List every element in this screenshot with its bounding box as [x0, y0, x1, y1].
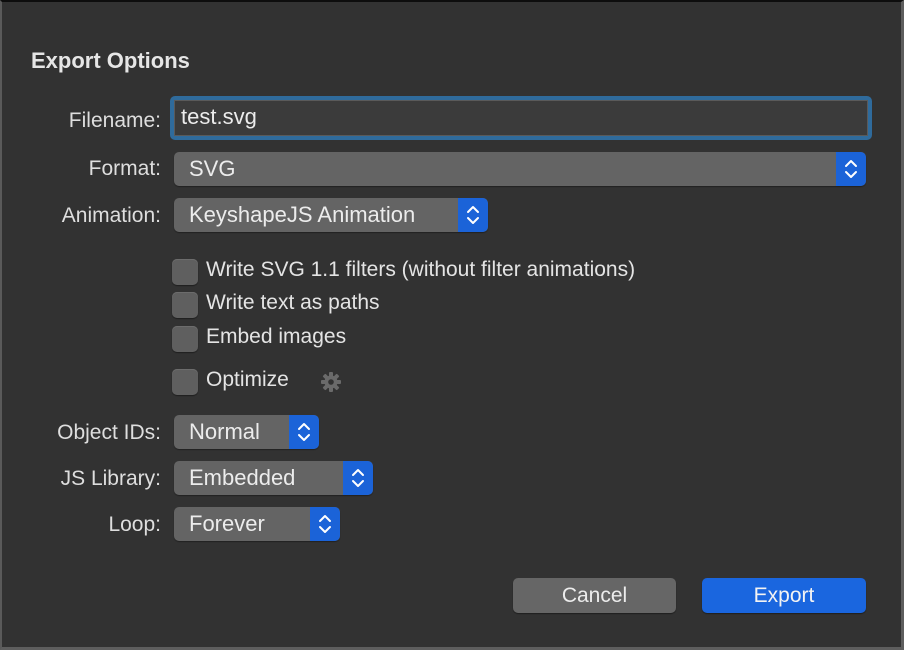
filename-field-wrapper [170, 96, 872, 140]
up-down-chevron-icon [289, 415, 319, 449]
animation-select-value: KeyshapeJS Animation [189, 202, 416, 227]
object-ids-select-value: Normal [189, 419, 260, 444]
optimize-checkbox[interactable] [172, 369, 198, 395]
format-label: Format: [88, 157, 161, 180]
dialog-title: Export Options [31, 48, 190, 73]
embed-images-label[interactable]: Embed images [206, 325, 346, 349]
up-down-chevron-icon [343, 461, 373, 495]
text-as-paths-checkbox[interactable] [172, 292, 198, 318]
js-library-select[interactable]: Embedded [174, 461, 373, 495]
object-ids-label: Object IDs: [57, 421, 161, 444]
text-as-paths-label[interactable]: Write text as paths [206, 291, 380, 315]
loop-select[interactable]: Forever [174, 507, 340, 541]
svg11-filters-label[interactable]: Write SVG 1.1 filters (without filter an… [206, 258, 635, 282]
embed-images-checkbox[interactable] [172, 326, 198, 352]
optimize-label[interactable]: Optimize [206, 368, 289, 392]
gear-icon[interactable] [320, 371, 342, 398]
svg11-filters-checkbox[interactable] [172, 259, 198, 285]
format-select[interactable]: SVG [174, 152, 866, 186]
js-library-select-value: Embedded [189, 465, 296, 490]
up-down-chevron-icon [310, 507, 340, 541]
filename-label: Filename: [68, 109, 161, 132]
animation-label: Animation: [61, 204, 161, 227]
js-library-label: JS Library: [60, 467, 161, 490]
loop-select-value: Forever [189, 511, 265, 536]
object-ids-select[interactable]: Normal [174, 415, 319, 449]
export-button[interactable]: Export [702, 578, 866, 613]
export-options-dialog: Export Options Filename: Format: SVG Ani… [0, 0, 904, 650]
filename-input[interactable] [174, 100, 868, 136]
cancel-button[interactable]: Cancel [513, 578, 676, 613]
up-down-chevron-icon [458, 198, 488, 232]
animation-select[interactable]: KeyshapeJS Animation [174, 198, 488, 232]
up-down-chevron-icon [836, 152, 866, 186]
format-select-value: SVG [189, 156, 236, 181]
loop-label: Loop: [108, 513, 161, 536]
